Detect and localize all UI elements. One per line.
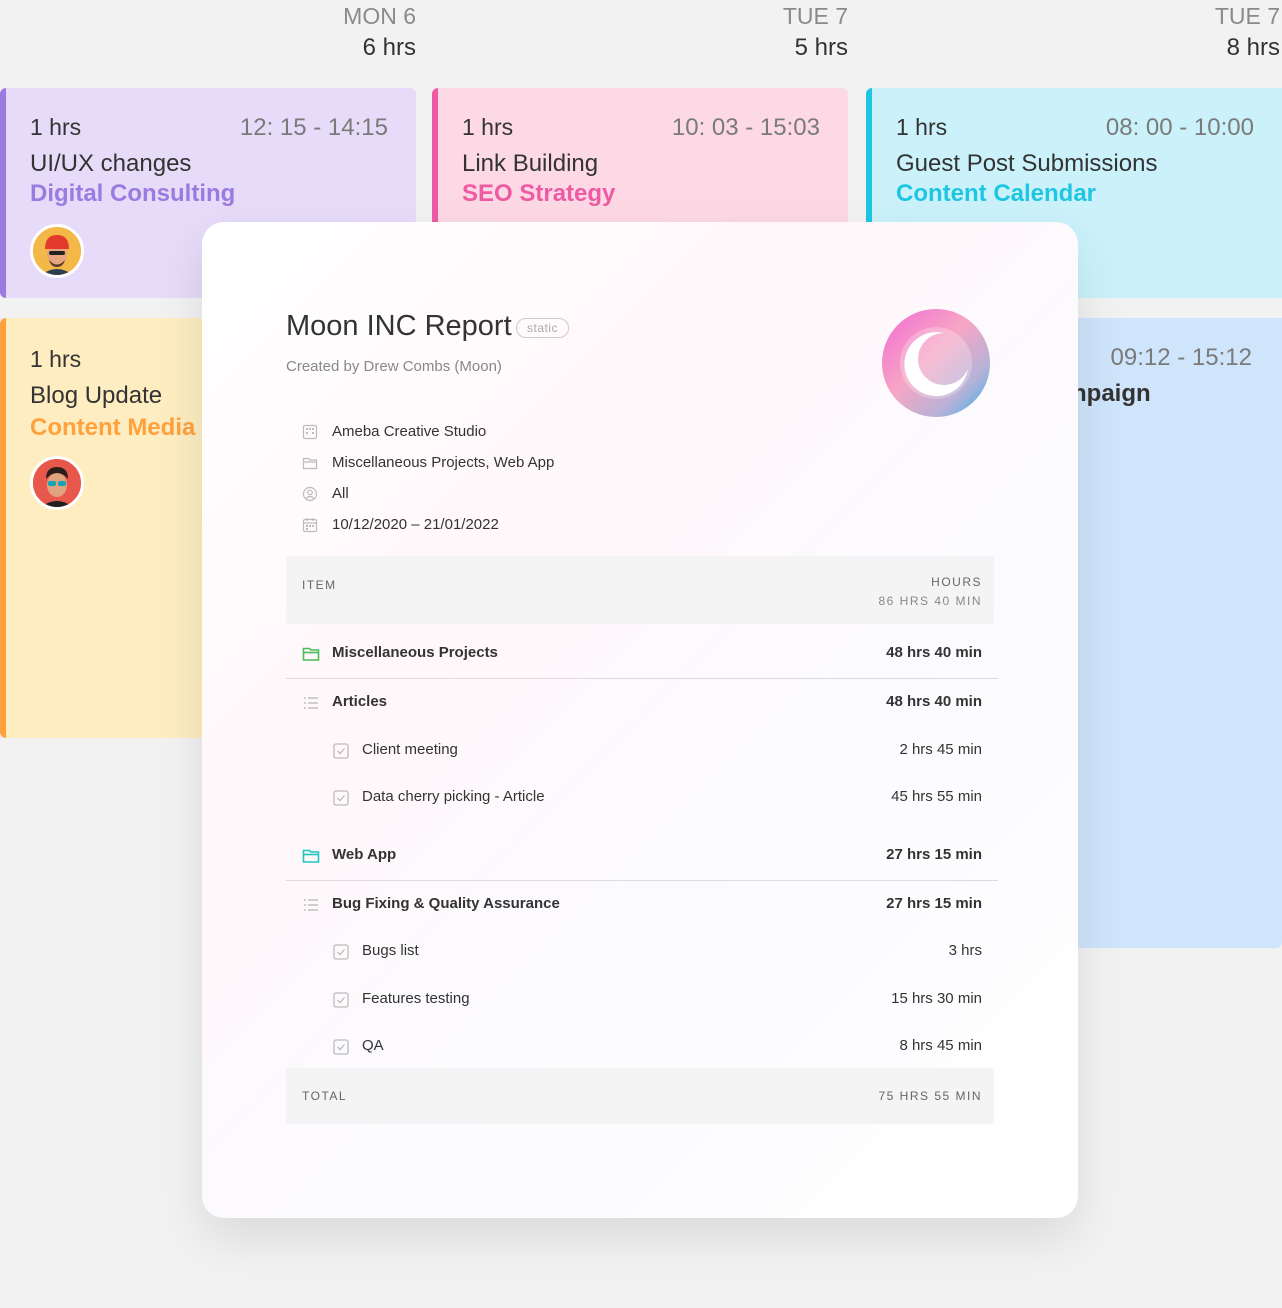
card-title: Guest Post Submissions (896, 150, 1158, 177)
day-hours: 6 hrs (362, 34, 416, 61)
avatar[interactable] (30, 224, 84, 278)
report-creator: Created by Drew Combs (Moon) (286, 358, 502, 375)
row-hours: 48 hrs 40 min (886, 644, 982, 661)
row-hours: 27 hrs 15 min (886, 846, 982, 863)
table-row-subtask[interactable]: Bugs list 3 hrs (286, 932, 998, 972)
meta-client: Ameba Creative Studio (302, 423, 486, 440)
time-entry-card-campaign[interactable]: 09:12 - 15:12 npaign (1060, 318, 1282, 948)
card-project: Content Calendar (896, 180, 1097, 207)
checkbox-icon (333, 992, 349, 1008)
checkbox-icon (333, 790, 349, 806)
card-title: Link Building (462, 150, 599, 177)
day-header-mon6: MON 6 6 hrs (343, 2, 416, 66)
table-row-subtask[interactable]: QA 8 hrs 45 min (286, 1027, 998, 1067)
day-hours: 5 hrs (794, 34, 848, 61)
table-row-task[interactable]: Articles 48 hrs 40 min (286, 683, 998, 723)
row-hours: 2 hrs 45 min (899, 741, 982, 758)
card-color-bar (0, 88, 6, 298)
row-hours: 8 hrs 45 min (899, 1037, 982, 1054)
table-row-project[interactable]: Web App 27 hrs 15 min (286, 836, 998, 876)
card-duration: 1 hrs (896, 114, 948, 140)
avatar[interactable] (30, 456, 84, 510)
row-name: Data cherry picking - Article (362, 788, 545, 805)
avatar-person-icon (33, 459, 81, 507)
divider (286, 678, 998, 679)
calendar-icon (302, 517, 318, 532)
row-name: Articles (332, 693, 388, 710)
row-name: Miscellaneous Projects (332, 644, 498, 661)
table-row-subtask[interactable]: Features testing 15 hrs 30 min (286, 980, 998, 1020)
table-row-task[interactable]: Bug Fixing & Quality Assurance 27 hrs 15… (286, 885, 998, 925)
card-title: Blog Update (30, 382, 163, 409)
card-color-bar (0, 318, 6, 738)
total-label: TOTAL (302, 1089, 348, 1103)
row-hours: 3 hrs (948, 942, 982, 959)
day-hours: 8 hrs (1226, 34, 1280, 61)
day-label: MON 6 (343, 3, 416, 29)
meta-users: All (302, 485, 349, 502)
row-name: Web App (332, 846, 397, 863)
hours-column-total: 86 HRS 40 MIN (878, 594, 982, 608)
row-name: Features testing (362, 990, 470, 1007)
day-header-tue7: TUE 7 5 hrs (783, 2, 848, 66)
status-badge: static (516, 318, 570, 338)
day-header-tue7-second: TUE 7 8 hrs (1215, 2, 1280, 66)
card-time-range: 09:12 - 15:12 (1110, 344, 1252, 371)
user-icon (302, 486, 318, 501)
card-title: UI/UX changes (30, 150, 192, 177)
item-column-header: ITEM (302, 578, 337, 592)
time-entry-card-blog-update[interactable]: 1 hrs Blog Update Content Media (0, 318, 220, 738)
time-entry-card-link-building[interactable]: 1 hrs 10: 03 - 15:03 Link Building SEO S… (432, 88, 848, 228)
meta-projects-text: Miscellaneous Projects, Web App (332, 454, 555, 471)
row-hours: 48 hrs 40 min (886, 693, 982, 710)
table-row-subtask[interactable]: Data cherry picking - Article 45 hrs 55 … (286, 778, 998, 818)
meta-projects: Miscellaneous Projects, Web App (302, 454, 554, 471)
checkbox-icon (333, 1039, 349, 1055)
meta-date-range-text: 10/12/2020 – 21/01/2022 (332, 516, 499, 533)
card-title: npaign (1072, 380, 1151, 407)
folder-icon (302, 849, 320, 863)
row-hours: 15 hrs 30 min (891, 990, 982, 1007)
row-name: Bugs list (362, 942, 419, 959)
meta-date-range: 10/12/2020 – 21/01/2022 (302, 516, 499, 533)
card-project: Digital Consulting (30, 180, 236, 207)
row-name: QA (362, 1037, 384, 1054)
avatar-person-icon (33, 227, 81, 275)
checkbox-icon (333, 944, 349, 960)
moon-logo-icon (882, 309, 990, 417)
table-header: ITEM HOURS 86 HRS 40 MIN (286, 556, 994, 624)
table-row-project[interactable]: Miscellaneous Projects 48 hrs 40 min (286, 634, 998, 674)
card-time-range: 08: 00 - 10:00 (1105, 114, 1254, 141)
card-time-range: 12: 15 - 14:15 (239, 114, 388, 141)
folder-icon (302, 457, 318, 469)
card-color-bar (432, 88, 438, 228)
report-panel: Moon INC Report static Created by Drew C… (202, 222, 1078, 1218)
hours-column-header: HOURS (931, 575, 982, 589)
day-label: TUE 7 (782, 3, 848, 29)
table-row-subtask[interactable]: Client meeting 2 hrs 45 min (286, 731, 998, 771)
checkbox-icon (333, 743, 349, 759)
meta-users-text: All (332, 485, 349, 502)
list-icon (304, 697, 318, 709)
day-label: TUE 7 (1214, 3, 1280, 29)
card-time-range: 10: 03 - 15:03 (671, 114, 820, 141)
building-icon (302, 424, 318, 439)
list-icon (304, 899, 318, 911)
total-value: 75 HRS 55 MIN (878, 1089, 982, 1103)
card-duration: 1 hrs (462, 114, 514, 140)
row-hours: 45 hrs 55 min (891, 788, 982, 805)
card-duration: 1 hrs (30, 114, 82, 140)
row-name: Bug Fixing & Quality Assurance (332, 895, 560, 912)
card-duration: 1 hrs (30, 346, 82, 372)
card-project: SEO Strategy (462, 180, 616, 207)
row-hours: 27 hrs 15 min (886, 895, 982, 912)
divider (286, 880, 998, 881)
table-footer: TOTAL 75 HRS 55 MIN (286, 1068, 994, 1124)
report-title: Moon INC Report (286, 310, 512, 342)
meta-client-text: Ameba Creative Studio (332, 423, 487, 440)
card-project: Content Media (30, 414, 196, 441)
row-name: Client meeting (362, 741, 458, 758)
folder-icon (302, 647, 320, 661)
